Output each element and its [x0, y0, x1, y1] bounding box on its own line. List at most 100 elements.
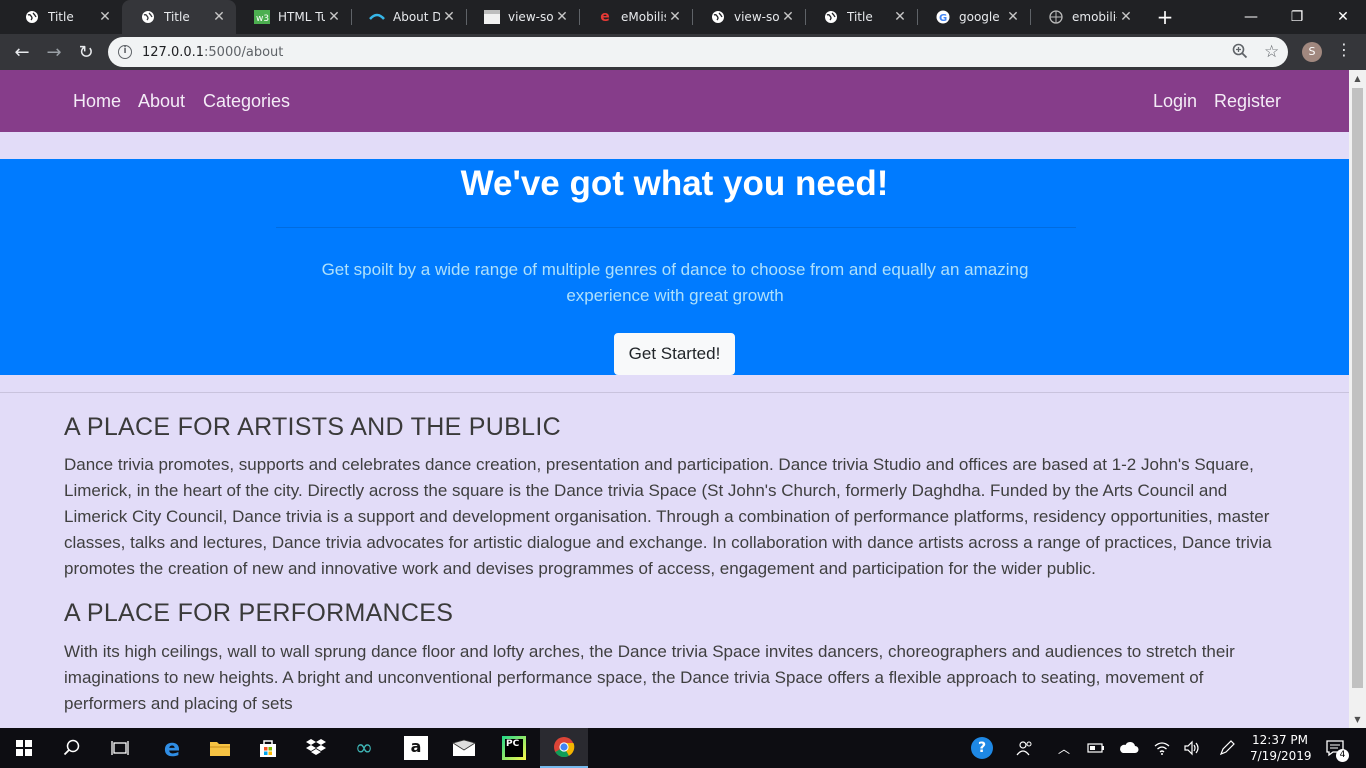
dropbox-icon[interactable]	[292, 728, 340, 768]
globe-icon	[140, 9, 156, 25]
get-started-button[interactable]: Get Started!	[614, 333, 735, 375]
chrome-taskbar-icon[interactable]	[540, 728, 588, 768]
reload-button[interactable]: ↻	[72, 38, 100, 66]
svg-text:w3: w3	[256, 14, 269, 24]
nav-register[interactable]: Register	[1214, 91, 1281, 112]
zoom-icon[interactable]	[1232, 43, 1248, 63]
help-icon[interactable]: ?	[966, 728, 998, 768]
close-tab-icon[interactable]: ✕	[1004, 9, 1022, 25]
tab-title: Title	[847, 10, 873, 24]
mail-icon[interactable]	[440, 728, 488, 768]
url-text: 127.0.0.1:5000/about	[142, 45, 283, 60]
chrome-menu-icon[interactable]: ⋮	[1336, 40, 1352, 59]
scroll-down-arrow-icon[interactable]: ▼	[1349, 711, 1366, 728]
pycharm-icon[interactable]: PC	[490, 728, 538, 768]
info-icon[interactable]: i	[118, 45, 132, 59]
scrollbar-thumb[interactable]	[1352, 88, 1363, 688]
taskbar-clock[interactable]: 12:37 PM 7/19/2019	[1250, 732, 1312, 764]
windows-start-icon[interactable]	[0, 728, 48, 768]
section-body: With its high ceilings, wall to wall spr…	[64, 642, 1235, 713]
tab-title: eMobilis	[621, 10, 666, 24]
clock-date: 7/19/2019	[1250, 749, 1312, 763]
show-hidden-icons-chevron-icon[interactable]: ︿	[1052, 728, 1076, 768]
tab-title: view-sou	[508, 10, 553, 24]
close-tab-icon[interactable]: ✕	[891, 9, 909, 25]
file-explorer-icon[interactable]	[196, 728, 244, 768]
windows-taskbar: e ∞ a PC ? ︿ 12:37 PM 7/19/2019 4	[0, 728, 1366, 768]
browser-tab[interactable]: w3 HTML Tu ✕	[236, 0, 351, 34]
amazon-icon[interactable]: a	[392, 728, 440, 768]
browser-tab[interactable]: view-sou ✕	[466, 0, 579, 34]
bookmark-star-icon[interactable]: ☆	[1264, 42, 1279, 62]
svg-text:G: G	[939, 13, 947, 24]
section-heading: A PLACE FOR ARTISTS AND THE PUBLIC	[64, 413, 561, 441]
task-view-icon[interactable]	[96, 728, 144, 768]
action-center-icon[interactable]: 4	[1318, 728, 1352, 768]
restore-button[interactable]: ❐	[1274, 0, 1320, 34]
globe-icon	[24, 9, 40, 25]
people-icon[interactable]	[1010, 728, 1040, 768]
emobilis-icon: e	[600, 9, 610, 25]
search-icon[interactable]	[48, 728, 96, 768]
close-tab-icon[interactable]: ✕	[1117, 9, 1135, 25]
volume-icon[interactable]	[1180, 728, 1204, 768]
close-tab-icon[interactable]: ✕	[553, 9, 571, 25]
browser-tab[interactable]: e eMobilis ✕	[579, 0, 692, 34]
nav-login[interactable]: Login	[1153, 91, 1197, 112]
close-tab-icon[interactable]: ✕	[325, 9, 343, 25]
page-scrollbar[interactable]: ▲ ▼	[1349, 70, 1366, 728]
pen-workspace-icon[interactable]	[1214, 728, 1240, 768]
close-tab-icon[interactable]: ✕	[210, 9, 228, 25]
wave-icon	[369, 9, 385, 25]
hero-divider	[276, 227, 1076, 228]
globe-icon	[1048, 9, 1064, 25]
wifi-icon[interactable]	[1150, 728, 1174, 768]
hero-title: We've got what you need!	[460, 164, 889, 203]
nav-about[interactable]: About	[138, 91, 185, 112]
forward-button[interactable]: →	[40, 38, 68, 66]
store-icon[interactable]	[244, 728, 292, 768]
section-divider	[0, 392, 1349, 393]
browser-tab[interactable]: About Da ✕	[351, 0, 466, 34]
notification-count-badge: 4	[1336, 749, 1349, 762]
scroll-up-arrow-icon[interactable]: ▲	[1349, 70, 1366, 87]
clock-time: 12:37 PM	[1252, 733, 1308, 747]
tab-title: emobili-s	[1072, 10, 1117, 24]
google-icon: G	[935, 9, 951, 25]
nav-categories[interactable]: Categories	[203, 91, 290, 112]
battery-icon[interactable]	[1084, 728, 1108, 768]
onedrive-cloud-icon[interactable]	[1116, 728, 1142, 768]
tab-title: Title	[164, 10, 190, 24]
url-host: 127.0.0.1	[142, 44, 205, 60]
page-viewport: Home About Categories Login Register We'…	[0, 70, 1349, 728]
close-window-button[interactable]: ✕	[1320, 0, 1366, 34]
browser-toolbar: ← → ↻ i 127.0.0.1:5000/about ☆ S ⋮	[0, 34, 1366, 70]
hero-lead: Get spoilt by a wide range of multiple g…	[321, 260, 1029, 305]
profile-avatar[interactable]: S	[1302, 42, 1322, 62]
page-icon	[484, 9, 500, 25]
browser-tab[interactable]: Title ✕	[805, 0, 917, 34]
address-bar[interactable]: i 127.0.0.1:5000/about ☆	[108, 37, 1288, 67]
new-tab-button[interactable]: +	[1152, 4, 1178, 30]
browser-tab[interactable]: G google ic ✕	[917, 0, 1030, 34]
site-navbar: Home About Categories Login Register	[0, 70, 1349, 132]
back-button[interactable]: ←	[8, 38, 36, 66]
tab-title: view-sou	[734, 10, 779, 24]
browser-tab-active[interactable]: Title ✕	[122, 0, 236, 34]
tab-title: Title	[48, 10, 74, 24]
tab-title: About Da	[393, 10, 440, 24]
tab-strip: Title ✕ Title ✕ w3 HTML Tu ✕ About Da ✕ …	[0, 0, 1366, 34]
tab-title: HTML Tu	[278, 10, 325, 24]
close-tab-icon[interactable]: ✕	[666, 9, 684, 25]
browser-tab[interactable]: view-sou ✕	[692, 0, 805, 34]
browser-tab[interactable]: emobili-s ✕	[1030, 0, 1143, 34]
arduino-icon[interactable]: ∞	[340, 728, 388, 768]
minimize-button[interactable]: —	[1228, 0, 1274, 34]
close-tab-icon[interactable]: ✕	[440, 9, 458, 25]
nav-home[interactable]: Home	[73, 91, 121, 112]
browser-tab[interactable]: Title ✕	[6, 0, 122, 34]
url-path: :5000/about	[204, 44, 284, 60]
close-tab-icon[interactable]: ✕	[779, 9, 797, 25]
edge-browser-icon[interactable]: e	[148, 728, 196, 768]
close-tab-icon[interactable]: ✕	[96, 9, 114, 25]
